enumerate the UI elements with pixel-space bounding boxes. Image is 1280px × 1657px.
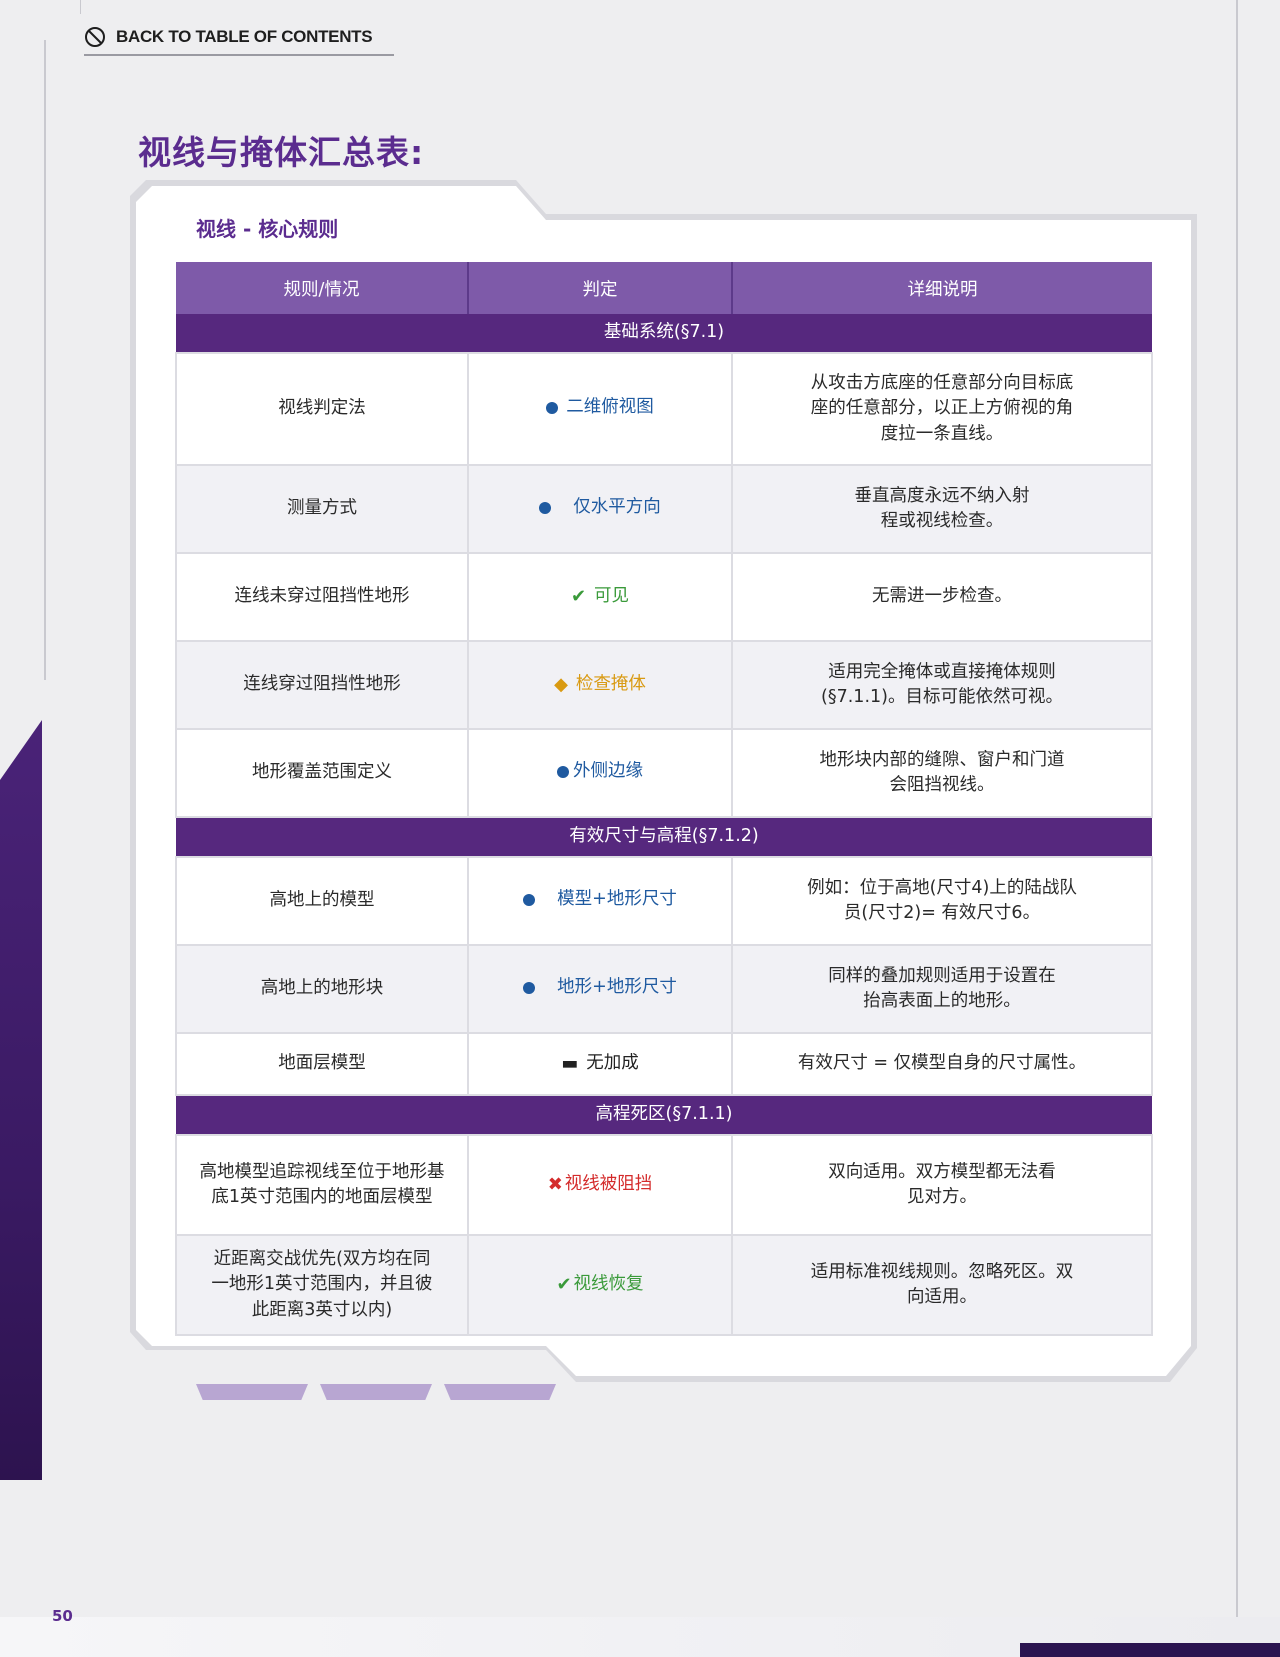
tab-decoration	[196, 1384, 308, 1400]
table-header-row: 规则/情况 判定 详细说明	[176, 262, 1152, 314]
rule-cell: 高地模型追踪视线至位于地形基底1英寸范围内的地面层模型	[175, 1134, 469, 1236]
verdict-text: 二维俯视图	[566, 397, 654, 418]
verdict-cell: 外侧边缘	[467, 728, 733, 818]
rule-cell: 连线穿过阻挡性地形	[175, 640, 469, 730]
blue-dot-icon	[523, 894, 536, 907]
rule-cell: 连线未穿过阻挡性地形	[175, 552, 469, 642]
verdict-text: 模型+地形尺寸	[557, 889, 677, 910]
frame-line-right	[1236, 0, 1238, 1657]
rule-cell: 视线判定法	[175, 352, 469, 466]
detail-cell: 从攻击方底座的任意部分向目标底座的任意部分，以正上方俯视的角度拉一条直线。	[731, 352, 1153, 466]
card-subtitle: 视线 - 核心规则	[196, 217, 339, 241]
blue-dot-icon	[523, 982, 536, 995]
detail-cell: 地形块内部的缝隙、窗户和门道会阻挡视线。	[731, 728, 1153, 818]
verdict-cell: ◆ 检查掩体	[467, 640, 733, 730]
column-header-detail: 详细说明	[732, 262, 1152, 314]
table-row: 连线未穿过阻挡性地形 ✔ 可见 无需进一步检查。	[175, 552, 1153, 642]
amber-diamond-icon: ◆	[554, 673, 568, 695]
detail-cell: 无需进一步检查。	[731, 552, 1153, 642]
table-row: 连线穿过阻挡性地形 ◆ 检查掩体 适用完全掩体或直接掩体规则(§7.1.1)。目标…	[175, 640, 1153, 730]
section-title: 有效尺寸与高程(§7.1.2)	[176, 817, 1152, 857]
no-entry-icon	[85, 27, 105, 47]
table-row: 高地上的模型 模型+地形尺寸 例如：位于高地(尺寸4)上的陆战队员(尺寸2)= …	[175, 856, 1153, 946]
detail-cell: 适用完全掩体或直接掩体规则(§7.1.1)。目标可能依然可视。	[731, 640, 1153, 730]
rule-cell: 近距离交战优先(双方均在同一地形1英寸范围内，并且彼此距离3英寸以内)	[175, 1234, 469, 1336]
green-check-icon: ✔	[556, 1273, 572, 1295]
page-number: 50	[52, 1607, 73, 1625]
verdict-cell: 模型+地形尺寸	[467, 856, 733, 946]
verdict-text: 检查掩体	[575, 674, 646, 695]
verdict-text: 视线被阻挡	[564, 1174, 653, 1195]
table-row: 高地模型追踪视线至位于地形基底1英寸范围内的地面层模型 ✖ 视线被阻挡 双向适用。…	[175, 1134, 1153, 1236]
section-header-row: 有效尺寸与高程(§7.1.2)	[176, 817, 1152, 857]
detail-cell: 双向适用。双方模型都无法看见对方。	[731, 1134, 1153, 1236]
verdict-cell: ✔ 可见	[467, 552, 733, 642]
red-cross-icon: ✖	[547, 1173, 563, 1195]
verdict-cell: 地形+地形尺寸	[467, 944, 733, 1034]
column-header-verdict: 判定	[468, 262, 733, 314]
back-link-underline	[84, 54, 394, 56]
rule-cell: 地面层模型	[175, 1032, 469, 1096]
rule-cell: 高地上的地形块	[175, 944, 469, 1034]
detail-cell: 适用标准视线规则。忽略死区。双向适用。	[731, 1234, 1153, 1336]
table-row: 地形覆盖范围定义 外侧边缘 地形块内部的缝隙、窗户和门道会阻挡视线。	[175, 728, 1153, 818]
tab-decoration	[320, 1384, 432, 1400]
verdict-text: 无加成	[586, 1053, 639, 1074]
black-dash-icon: ▬	[561, 1052, 579, 1074]
frame-line-top	[80, 0, 81, 14]
verdict-text: 可见	[594, 586, 630, 607]
blue-dot-icon	[557, 766, 569, 779]
table-row: 地面层模型 ▬ 无加成 有效尺寸 = 仅模型自身的尺寸属性。	[175, 1032, 1153, 1096]
blue-dot-icon	[539, 502, 552, 515]
verdict-cell: 二维俯视图	[467, 352, 733, 466]
section-title: 基础系统(§7.1)	[176, 314, 1152, 353]
section-header-row: 基础系统(§7.1)	[176, 314, 1152, 353]
rule-cell: 高地上的模型	[175, 856, 469, 946]
rule-cell: 测量方式	[175, 464, 469, 554]
table-row: 测量方式 仅水平方向 垂直高度永远不纳入射程或视线检查。	[175, 464, 1153, 554]
bottom-accent-bar	[1020, 1643, 1280, 1657]
detail-cell: 有效尺寸 = 仅模型自身的尺寸属性。	[731, 1032, 1153, 1096]
detail-cell: 垂直高度永远不纳入射程或视线检查。	[731, 464, 1153, 554]
side-accent-strip	[0, 720, 42, 1480]
verdict-text: 外侧边缘	[573, 761, 643, 782]
page-title: 视线与掩体汇总表:	[138, 133, 425, 172]
verdict-cell: ✔ 视线恢复	[467, 1234, 733, 1336]
section-header-row: 高程死区(§7.1.1)	[176, 1095, 1152, 1135]
green-check-icon: ✔	[570, 585, 587, 607]
verdict-text: 视线恢复	[573, 1274, 644, 1295]
table-row: 近距离交战优先(双方均在同一地形1英寸范围内，并且彼此距离3英寸以内) ✔ 视线恢…	[175, 1234, 1153, 1336]
blue-dot-icon	[546, 402, 559, 415]
table-row: 高地上的地形块 地形+地形尺寸 同样的叠加规则适用于设置在抬高表面上的地形。	[175, 944, 1153, 1034]
verdict-text: 地形+地形尺寸	[557, 977, 677, 998]
column-header-rule: 规则/情况	[176, 262, 469, 314]
los-summary-table: 规则/情况 判定 详细说明 基础系统(§7.1) 视线判定法 二维俯视图 从攻击…	[175, 262, 1153, 1336]
verdict-cell: ▬ 无加成	[467, 1032, 733, 1096]
verdict-cell: ✖ 视线被阻挡	[467, 1134, 733, 1236]
verdict-cell: 仅水平方向	[467, 464, 733, 554]
frame-line-left	[44, 40, 46, 680]
table-row: 视线判定法 二维俯视图 从攻击方底座的任意部分向目标底座的任意部分，以正上方俯视…	[175, 352, 1153, 466]
section-title: 高程死区(§7.1.1)	[176, 1095, 1152, 1135]
verdict-text: 仅水平方向	[573, 497, 661, 518]
detail-cell: 例如：位于高地(尺寸4)上的陆战队员(尺寸2)= 有效尺寸6。	[731, 856, 1153, 946]
back-to-contents-label: BACK TO TABLE OF CONTENTS	[116, 27, 373, 46]
back-to-contents-link[interactable]: BACK TO TABLE OF CONTENTS	[84, 26, 373, 48]
decorative-tabs	[196, 1384, 556, 1400]
detail-cell: 同样的叠加规则适用于设置在抬高表面上的地形。	[731, 944, 1153, 1034]
tab-decoration	[444, 1384, 556, 1400]
rule-cell: 地形覆盖范围定义	[175, 728, 469, 818]
